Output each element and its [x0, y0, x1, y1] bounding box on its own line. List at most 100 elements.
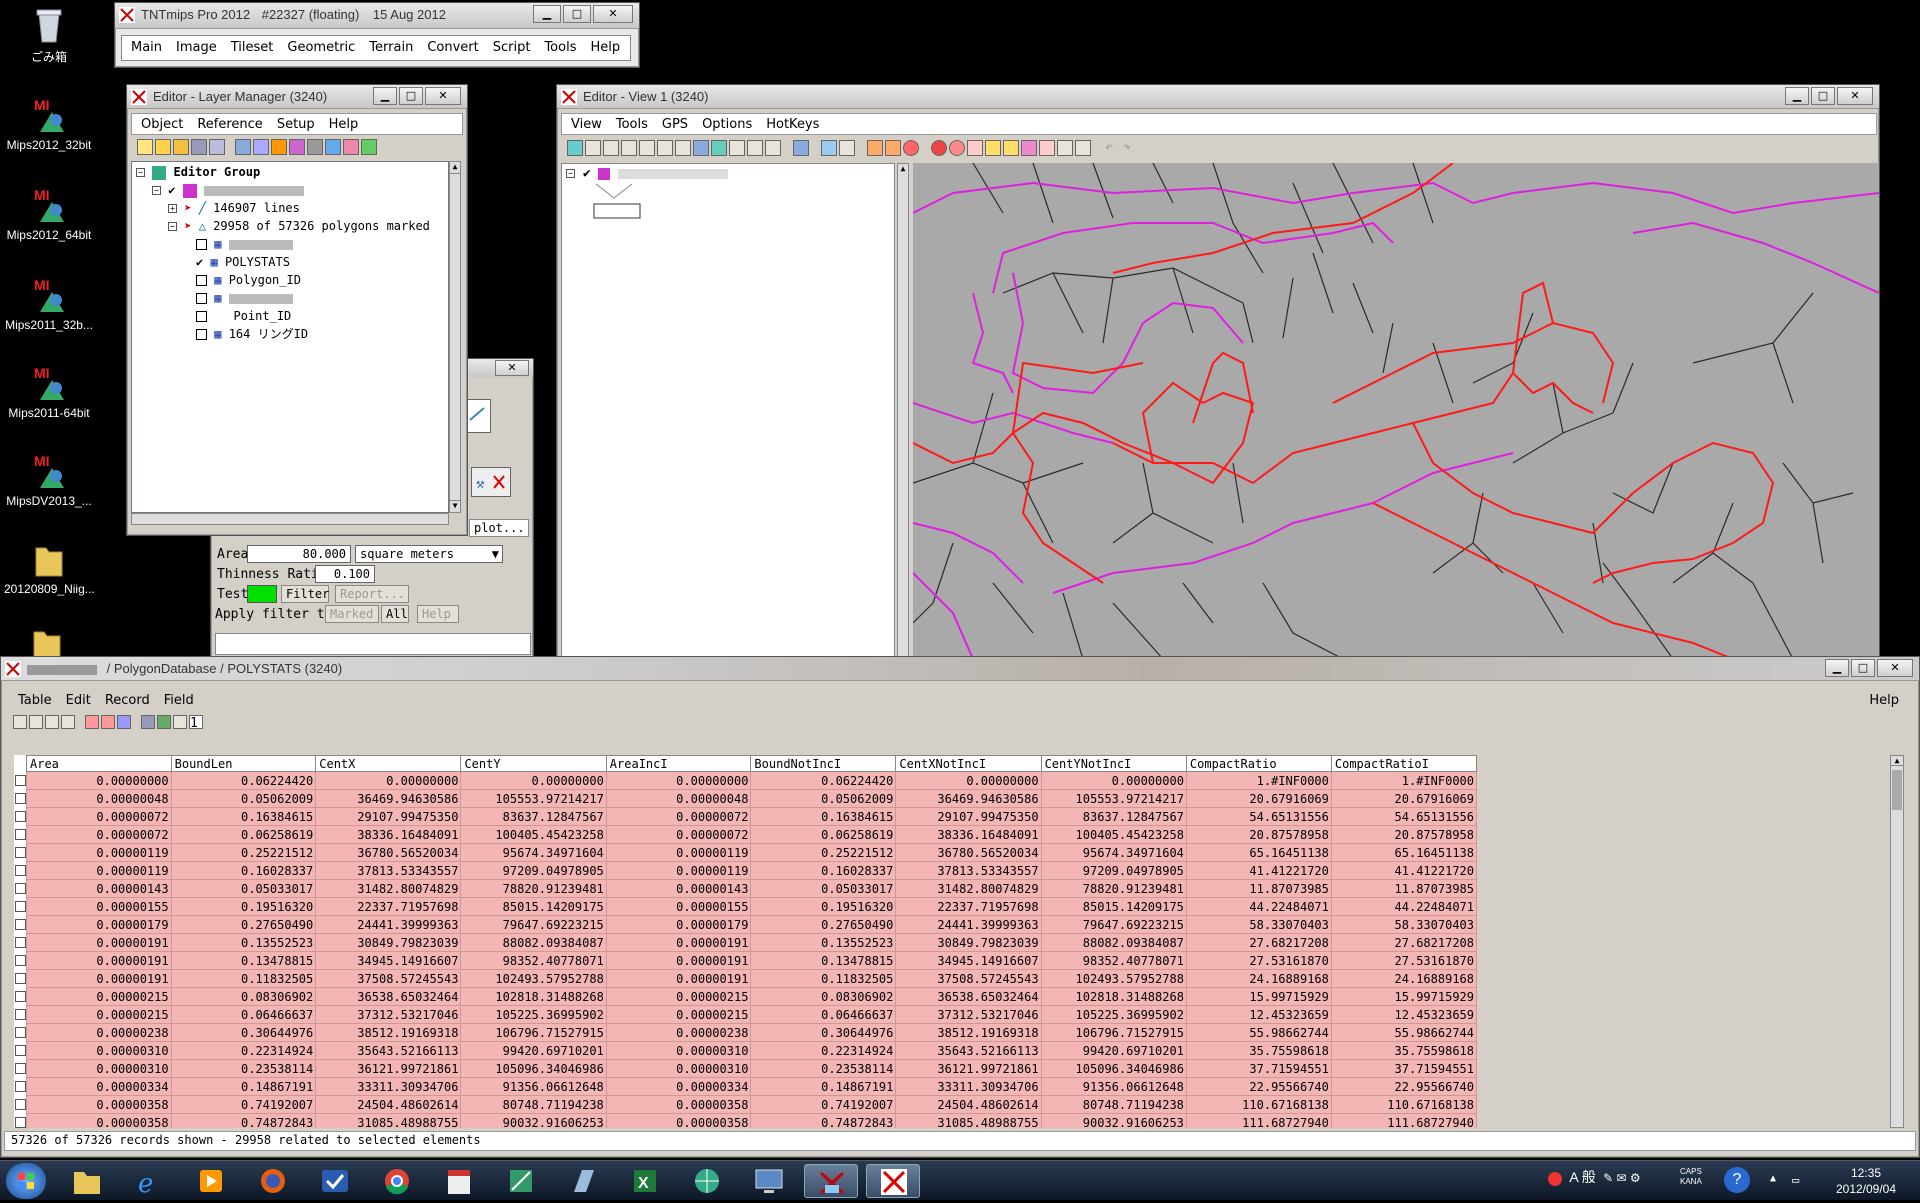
zoom-in-icon[interactable] [639, 140, 655, 156]
table-cell[interactable]: 0.16384615 [170, 807, 317, 826]
table-cell[interactable]: 0.00000155 [605, 897, 752, 916]
table-cell[interactable]: 41.41221720 [1330, 861, 1477, 880]
edit-icon[interactable] [1003, 140, 1019, 156]
maximize-button[interactable]: □ [1811, 87, 1835, 105]
table-cell[interactable]: 0.00000000 [315, 771, 462, 790]
table-cell[interactable]: 0.00000191 [26, 933, 172, 952]
table-cell[interactable]: 80748.71194238 [1040, 1095, 1187, 1114]
close-button[interactable]: ✕ [495, 360, 529, 376]
menu-object[interactable]: Object [134, 117, 190, 132]
table-cell[interactable]: 0.00000358 [605, 1095, 752, 1114]
single-record-icon[interactable]: 1 [189, 715, 203, 731]
table-cell[interactable]: 0.08306902 [170, 987, 317, 1006]
menu-help[interactable]: Help [583, 40, 627, 56]
menu-geometric[interactable]: Geometric [280, 40, 362, 56]
table-cell[interactable]: 110.67168138 [1330, 1095, 1477, 1114]
taskbar-chrome[interactable] [370, 1164, 424, 1198]
menu-terrain[interactable]: Terrain [362, 40, 420, 56]
table-cell[interactable]: 95674.34971604 [460, 843, 607, 862]
help-button[interactable]: Help [417, 605, 459, 623]
export-icon[interactable] [173, 715, 187, 729]
table-cell[interactable]: 35643.52166113 [315, 1041, 462, 1060]
row-checkbox[interactable] [15, 919, 26, 930]
close-button[interactable]: ✕ [1837, 87, 1873, 105]
legend-row[interactable]: − ✔ [566, 166, 729, 181]
table-cell[interactable]: 27.68217208 [1330, 933, 1477, 952]
column-header[interactable]: CentXNotIncI [895, 755, 1042, 772]
table-cell[interactable]: 0.23538114 [170, 1059, 317, 1078]
minimize-button[interactable]: ▁ [1785, 87, 1809, 105]
table-cell[interactable]: 0.00000215 [605, 1005, 752, 1024]
table-cell[interactable]: 100405.45423258 [460, 825, 607, 844]
row-checkbox[interactable] [15, 901, 26, 912]
row-checkbox[interactable] [15, 991, 26, 1002]
table-cell[interactable]: 0.00000215 [26, 987, 172, 1006]
table-row[interactable]: 0.00000358 0.74192007 24504.48602614 80748.… [26, 1095, 1477, 1114]
table-cell[interactable]: 80748.71194238 [460, 1095, 607, 1114]
table-cell[interactable]: 106796.71527915 [1040, 1023, 1187, 1042]
table-cell[interactable]: 0.74192007 [750, 1095, 897, 1114]
database-icon[interactable] [325, 139, 341, 155]
stop-icon[interactable] [903, 140, 919, 156]
table-cell[interactable]: 79647.69223215 [460, 915, 607, 934]
table-cell[interactable]: 0.00000310 [26, 1059, 172, 1078]
title-bar[interactable]: Editor - Layer Manager (3240) ▁ □ ✕ [127, 85, 467, 109]
table-cell[interactable]: 0.16384615 [750, 807, 897, 826]
copy-icon[interactable] [1057, 140, 1073, 156]
table-checkbox[interactable] [196, 239, 207, 250]
table-cell[interactable]: 27.53161870 [1185, 951, 1332, 970]
table-cell[interactable]: 90032.91606253 [460, 1113, 607, 1128]
taskbar-app2[interactable] [494, 1164, 548, 1198]
table-cell[interactable]: 98352.40778071 [1040, 951, 1187, 970]
redo-icon[interactable]: ↷ [1123, 140, 1139, 156]
table-cell[interactable]: 0.00000000 [460, 771, 607, 790]
table-cell[interactable]: 0.00000119 [26, 843, 172, 862]
minimize-button[interactable]: ▁ [373, 87, 397, 105]
table-cell[interactable]: 0.00000072 [26, 807, 172, 826]
taskbar-app3[interactable] [556, 1164, 610, 1198]
row-checkbox[interactable] [15, 793, 26, 804]
row-checkbox[interactable] [15, 883, 26, 894]
zoom-fit-icon[interactable] [693, 140, 709, 156]
table-cell[interactable]: 0.00000310 [605, 1059, 752, 1078]
table-cell[interactable]: 20.87578958 [1330, 825, 1477, 844]
table-cell[interactable]: 0.74872843 [750, 1113, 897, 1128]
table-cell[interactable]: 44.22484071 [1330, 897, 1477, 916]
table-cell[interactable]: 33311.30934706 [895, 1077, 1042, 1096]
column-header[interactable]: Area [26, 755, 172, 772]
records-vscroll[interactable]: ▲ [1890, 755, 1904, 1128]
table-row[interactable]: 0.00000191 0.11832505 37508.57245543 102493… [26, 969, 1477, 988]
table-row[interactable]: 0.00000358 0.74872843 31085.48988755 90032.… [26, 1113, 1477, 1128]
area-input[interactable]: 80.000 [247, 545, 351, 563]
save-icon[interactable] [191, 139, 207, 155]
taskbar-app5[interactable] [742, 1164, 796, 1198]
map-canvas[interactable] [913, 163, 1879, 659]
table-cell[interactable]: 20.67916069 [1185, 789, 1332, 808]
table-cell[interactable]: 0.05033017 [170, 879, 317, 898]
table-cell[interactable]: 0.00000143 [26, 879, 172, 898]
table-cell[interactable]: 0.30644976 [170, 1023, 317, 1042]
table-cell[interactable]: 105225.36995902 [1040, 1005, 1187, 1024]
table-cell[interactable]: 36538.65032464 [315, 987, 462, 1006]
table-cell[interactable]: 100405.45423258 [1040, 825, 1187, 844]
toggle-icon[interactable] [61, 715, 75, 729]
table-row[interactable]: 0.00000191 0.13552523 30849.79823039 88082.… [26, 933, 1477, 952]
table-cell[interactable]: 0.00000000 [895, 771, 1042, 790]
table-cell[interactable]: 97209.04978905 [1040, 861, 1187, 880]
table-cell[interactable]: 12.45323659 [1330, 1005, 1477, 1024]
table-cell[interactable]: 24.16889168 [1185, 969, 1332, 988]
table-cell[interactable]: 58.33070403 [1330, 915, 1477, 934]
table-cell[interactable]: 105225.36995902 [460, 1005, 607, 1024]
maximize-button[interactable]: □ [399, 87, 423, 105]
row-checkbox[interactable] [15, 865, 26, 876]
table-cell[interactable]: 36469.94630586 [895, 789, 1042, 808]
table-cell[interactable]: 0.14867191 [170, 1077, 317, 1096]
taskbar-app4[interactable] [680, 1164, 734, 1198]
table-checkbox[interactable] [196, 329, 207, 340]
table-cell[interactable]: 37312.53217046 [315, 1005, 462, 1024]
table-cell[interactable]: 38512.19169318 [895, 1023, 1042, 1042]
pointer-tool-icon[interactable] [137, 139, 153, 155]
table-cell[interactable]: 0.05062009 [170, 789, 317, 808]
zoom-box-icon[interactable] [675, 140, 691, 156]
menu-tools[interactable]: Tools [537, 40, 583, 56]
